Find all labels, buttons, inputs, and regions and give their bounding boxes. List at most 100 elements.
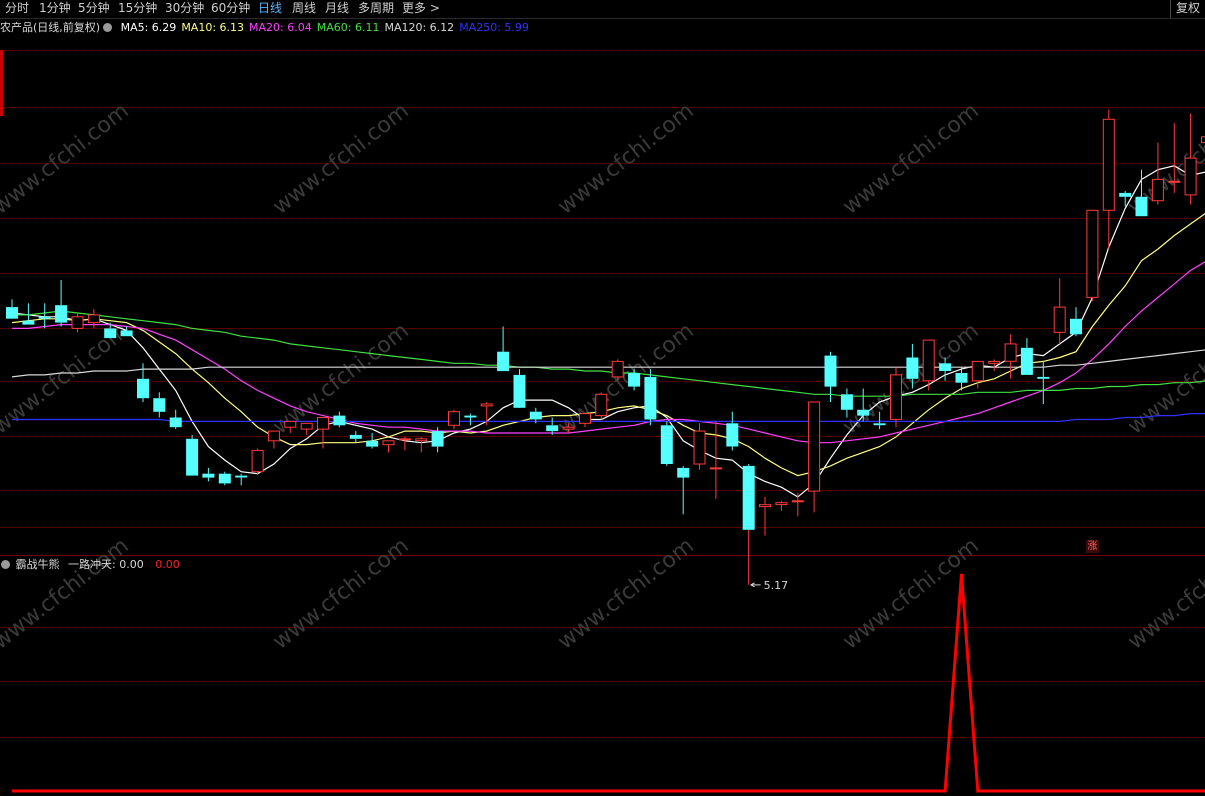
candle-body-up <box>971 360 984 382</box>
indicator-settings-dot-icon[interactable] <box>1 560 10 569</box>
candle-body-down <box>464 415 477 418</box>
low-arrow-icon <box>750 582 761 588</box>
watermark-text: www.cfchi.com <box>0 98 134 219</box>
candle-body-down <box>153 398 166 412</box>
indicator-value2: 0.00 <box>155 558 180 571</box>
candle-body-down <box>169 417 182 428</box>
period-tab-1[interactable]: 1分钟 <box>39 1 71 16</box>
settings-dot-icon[interactable] <box>103 23 113 32</box>
candle-body-up <box>562 426 575 430</box>
ma-info-bar: 农产品(日线,前复权) MA5: 6.29 MA10: 6.13 MA20: 6.0… <box>0 20 1205 36</box>
fuquan-button[interactable]: 复权 <box>1170 0 1205 18</box>
period-tab-6[interactable]: 日线 <box>258 1 282 16</box>
candle-body-down <box>660 425 673 464</box>
candle <box>1086 209 1099 302</box>
candle-body-down <box>55 305 68 323</box>
candle-body-down <box>677 467 690 478</box>
watermark-text: www.cfchi.com <box>268 98 413 219</box>
candle <box>775 500 788 511</box>
ma-legend-item-ma10: MA10: 6.13 <box>181 21 245 34</box>
candle-body-up <box>611 360 624 378</box>
candle <box>153 392 166 418</box>
watermark-text: www.cfchi.com <box>553 98 698 219</box>
period-tab-10[interactable]: 更多 > <box>402 1 440 16</box>
candle <box>300 422 313 435</box>
candle-body-down <box>235 475 248 478</box>
period-tab-5[interactable]: 60分钟 <box>211 1 250 16</box>
candle <box>169 409 182 430</box>
ma-legend-item-ma60: MA60: 6.11 <box>316 21 380 34</box>
period-tab-4[interactable]: 30分钟 <box>165 1 204 16</box>
candle <box>87 309 100 329</box>
candle-body-down <box>349 434 362 439</box>
candle-body-up <box>922 339 935 382</box>
period-tab-8[interactable]: 月线 <box>325 1 349 16</box>
candle-body-down <box>1020 347 1033 375</box>
watermark-text: www.cfchi.com <box>1123 533 1205 654</box>
candle <box>464 413 477 426</box>
candle-body-down <box>366 440 379 447</box>
candle <box>1102 109 1115 250</box>
candle-body-up <box>1102 118 1115 211</box>
watermark-text: www.cfchi.com <box>0 533 134 654</box>
candle <box>808 401 821 513</box>
period-tab-7[interactable]: 周线 <box>292 1 316 16</box>
candle-body-down <box>104 328 117 339</box>
candle-body-up <box>87 314 100 324</box>
candle <box>1070 307 1082 337</box>
ma-legend: MA5: 6.29 MA10: 6.13 MA20: 6.04 MA60: 6.11 M… <box>121 21 534 34</box>
candle <box>709 421 722 499</box>
indicator-name: 霸战牛熊 <box>15 558 60 571</box>
candle <box>791 493 804 517</box>
candle-body-down <box>939 363 952 371</box>
candle <box>382 440 395 453</box>
watermark-text: www.cfchi.com <box>268 533 413 654</box>
candle <box>513 369 526 408</box>
candle-body-down <box>628 373 641 387</box>
indicator-info-bar: 霸战牛熊 一路冲天: 0.00 0.00 <box>0 557 180 573</box>
candle-body-up <box>988 360 1001 364</box>
candle-body-up <box>1053 306 1066 333</box>
candle-body-up <box>759 504 771 508</box>
candle-body-up <box>791 500 804 503</box>
candle-body-up <box>1086 209 1099 298</box>
candle-body-up <box>1004 343 1017 362</box>
candle-body-down <box>1119 192 1132 197</box>
candle-body-down <box>38 316 51 319</box>
candle <box>1020 338 1033 375</box>
candle-body-down <box>857 409 870 416</box>
candle-body-up <box>1151 178 1164 202</box>
period-tab-2[interactable]: 5分钟 <box>78 1 110 16</box>
candle-body-down <box>497 351 510 372</box>
kline-chart[interactable]: www.cfchi.com www.cfchi.com www.cfchi.com w… <box>0 0 1205 796</box>
flag-up-badge: 涨 <box>1086 540 1099 553</box>
candle-body-up <box>595 393 608 417</box>
candle <box>1053 278 1066 344</box>
candle <box>218 471 231 486</box>
ma-legend-item-ma250: MA250: 5.99 <box>459 21 529 34</box>
candle-body-up <box>709 467 722 470</box>
candle-body-up <box>300 422 313 430</box>
candle-body-up <box>1168 180 1181 183</box>
period-tab-9[interactable]: 多周期 <box>358 1 394 16</box>
scroll-marker <box>0 50 3 116</box>
indicator-line-label: 一路冲天: 0.00 <box>68 558 144 571</box>
candle-body-down <box>1070 318 1082 335</box>
candle-body-down <box>22 320 35 325</box>
candle <box>644 369 657 426</box>
candle-body-down <box>955 373 968 383</box>
candle-body-up <box>251 449 264 473</box>
candle-body-up <box>317 417 329 430</box>
ma-line-ma10 <box>11 212 1205 477</box>
price-annotations: 7.605.17 <box>748 529 788 592</box>
period-tab-3[interactable]: 15分钟 <box>118 1 157 16</box>
candle-body-up <box>1184 157 1197 196</box>
candle-body-down <box>137 378 149 399</box>
watermark-text: www.cfchi.com <box>1123 318 1205 439</box>
period-tab-0[interactable]: 分时 <box>5 1 29 16</box>
candle-body-down <box>218 473 231 484</box>
candle-body-down <box>840 394 853 410</box>
candle <box>726 411 739 451</box>
candle-body-down <box>824 355 837 387</box>
candle-body-down <box>726 423 739 447</box>
